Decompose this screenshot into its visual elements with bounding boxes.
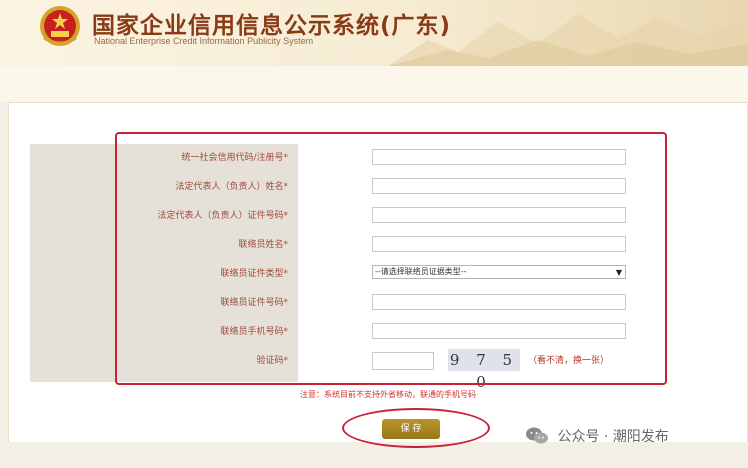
save-button[interactable]: 保 存 bbox=[382, 419, 440, 439]
page-subtitle: National Enterprise Credit Information P… bbox=[94, 36, 314, 46]
watermark: 公众号 · 潮阳发布 bbox=[525, 426, 669, 450]
site-header: 国家企业信用信息公示系统(广东) National Enterprise Cre… bbox=[0, 0, 748, 66]
watermark-text: 公众号 · 潮阳发布 bbox=[557, 429, 669, 445]
form-highlight-annotation bbox=[115, 132, 667, 385]
phone-notice: 注意：系统目前不支持外省移动，联通的手机号码 bbox=[300, 390, 476, 399]
wechat-icon bbox=[526, 427, 548, 444]
national-emblem-icon bbox=[40, 6, 80, 46]
header-band bbox=[0, 66, 748, 102]
page-title: 国家企业信用信息公示系统(广东) bbox=[92, 13, 452, 39]
